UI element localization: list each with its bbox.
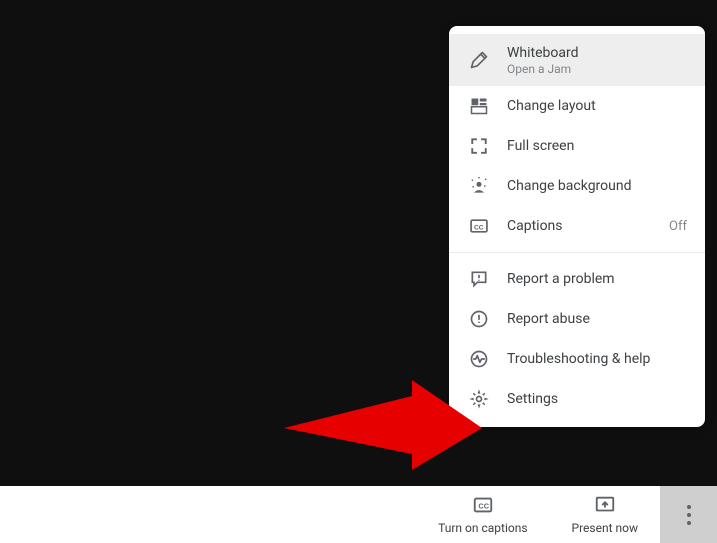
menu-item-report-problem[interactable]: Report a problem: [449, 259, 705, 299]
captions-icon: CC: [472, 494, 494, 521]
gear-icon: [467, 387, 491, 411]
menu-item-full-screen[interactable]: Full screen: [449, 126, 705, 166]
menu-label: Report abuse: [507, 311, 590, 327]
menu-sublabel: Open a Jam: [507, 62, 687, 76]
pencil-icon: [467, 48, 491, 72]
menu-label: Full screen: [507, 138, 574, 154]
menu-item-captions[interactable]: CC Captions Off: [449, 206, 705, 246]
menu-label: Captions: [507, 218, 669, 234]
more-options-menu: Whiteboard Open a Jam Change layout Full…: [449, 26, 705, 427]
captions-status: Off: [669, 219, 687, 234]
menu-item-whiteboard[interactable]: Whiteboard Open a Jam: [449, 34, 705, 86]
more-vertical-icon: [687, 503, 691, 527]
layout-icon: [467, 94, 491, 118]
fullscreen-icon: [467, 134, 491, 158]
menu-label: Change background: [507, 178, 632, 194]
menu-item-change-background[interactable]: Change background: [449, 166, 705, 206]
feedback-icon: [467, 267, 491, 291]
menu-item-settings[interactable]: Settings: [449, 379, 705, 419]
menu-label: Change layout: [507, 98, 596, 114]
cc-icon: CC: [467, 214, 491, 238]
menu-item-change-layout[interactable]: Change layout: [449, 86, 705, 126]
svg-text:CC: CC: [474, 224, 484, 231]
report-abuse-icon: [467, 307, 491, 331]
more-options-button[interactable]: [660, 486, 717, 543]
menu-divider: [449, 252, 705, 253]
present-now-button[interactable]: Present now: [550, 486, 660, 543]
menu-item-troubleshooting[interactable]: Troubleshooting & help: [449, 339, 705, 379]
menu-label: Whiteboard: [507, 45, 687, 61]
menu-label: Report a problem: [507, 271, 615, 287]
present-label: Present now: [572, 521, 638, 535]
menu-item-report-abuse[interactable]: Report abuse: [449, 299, 705, 339]
bottom-toolbar: CC Turn on captions Present now: [0, 486, 717, 543]
menu-label: Troubleshooting & help: [507, 351, 650, 367]
menu-label: Settings: [507, 391, 558, 407]
svg-text:CC: CC: [478, 502, 489, 511]
turn-on-captions-button[interactable]: CC Turn on captions: [416, 486, 549, 543]
present-icon: [594, 494, 616, 521]
captions-label: Turn on captions: [438, 521, 527, 535]
background-effects-icon: [467, 174, 491, 198]
troubleshooting-icon: [467, 347, 491, 371]
